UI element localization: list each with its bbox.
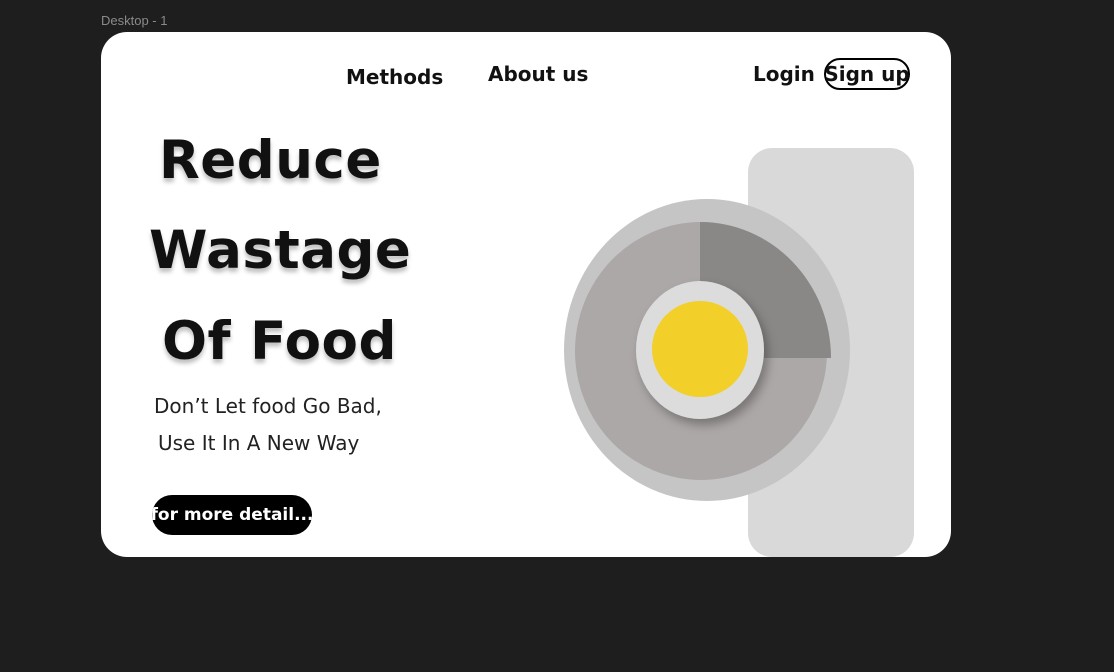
tagline-line-2: Use It In A New Way (158, 431, 360, 455)
nav-about-link[interactable]: About us (488, 62, 588, 86)
more-details-button[interactable]: for more detail... (152, 495, 312, 535)
hero-title-line-2: Wastage (149, 220, 412, 281)
egg-yolk (652, 301, 748, 397)
frame-label: Desktop - 1 (101, 13, 168, 28)
login-button[interactable]: Login (753, 62, 815, 86)
tagline-line-1: Don’t Let food Go Bad, (154, 394, 382, 418)
landing-page-canvas: Methods About us Login Sign up Reduce Wa… (101, 32, 951, 557)
plate-with-food-illustration (564, 199, 850, 501)
hero-title-line-1: Reduce (159, 130, 382, 191)
signup-button[interactable]: Sign up (824, 58, 910, 90)
nav-methods-link[interactable]: Methods (346, 65, 443, 89)
hero-title-line-3: Of Food (162, 311, 397, 372)
